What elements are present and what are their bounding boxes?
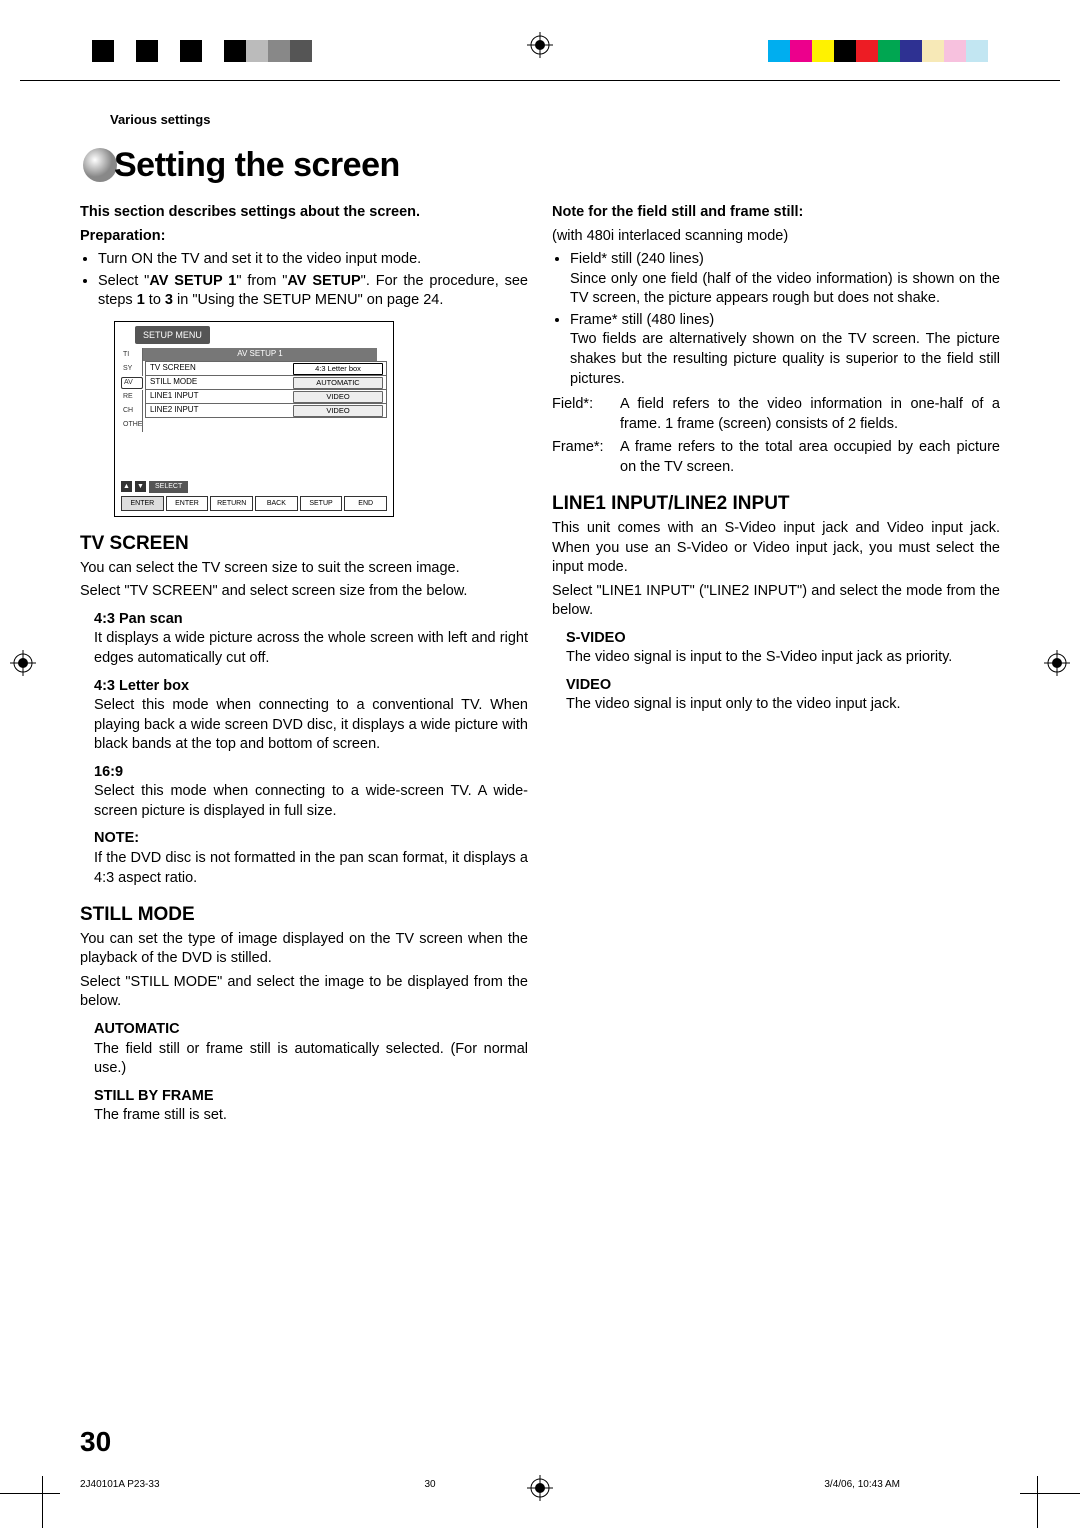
up-arrow-icon: ▲ [121,481,132,492]
reg-mark-top [527,32,553,63]
tvscreen-p2: Select "TV SCREEN" and select screen siz… [80,582,528,602]
crop-mark [0,1493,60,1494]
reg-mark-left [10,650,36,681]
letterbox-text: Select this mode when connecting to a co… [94,696,528,755]
menu-rows: TV SCREEN4:3 Letter box STILL MODEAUTOMA… [145,361,387,418]
nff-sub: (with 480i interlaced scanning mode) [552,227,1000,247]
footer-doc-id: 2J40101A P23-33 [80,1479,160,1490]
menu-row: TV SCREEN4:3 Letter box [146,362,386,376]
svideo-heading: S-VIDEO [566,629,1000,649]
stillbyframe-text: The frame still is set. [94,1106,528,1126]
menu-footer: ▲ ▼ SELECT ENTER ENTER RETURN BACK SETUP… [121,481,387,511]
automatic-text: The field still or frame still is automa… [94,1040,528,1079]
field-still-item: Field* still (240 lines) Since only one … [570,250,1000,309]
note-text: If the DVD disc is not formatted in the … [94,849,528,888]
panscan-text: It displays a wide picture across the wh… [94,629,528,668]
footer-page: 30 [424,1479,435,1490]
footer-timestamp: 3/4/06, 10:43 AM [824,1479,900,1490]
stillmode-p1: You can set the type of image displayed … [80,930,528,969]
right-column: Note for the field still and frame still… [552,203,1000,1130]
prep-step-1: Turn ON the TV and set it to the video i… [98,250,528,270]
left-column: This section describes settings about th… [80,203,528,1130]
frame-definition: Frame*: A frame refers to the total area… [552,438,1000,477]
letterbox-heading: 4:3 Letter box [94,677,528,697]
menu-btn: SETUP [300,496,343,511]
reg-mark-bottom [527,1475,553,1506]
crop-mark [42,1476,43,1528]
menu-btn: BACK [255,496,298,511]
menu-btn: END [344,496,387,511]
video-text: The video signal is input only to the vi… [566,695,1000,715]
note-heading: NOTE: [94,829,528,849]
reg-right-blocks [768,40,988,62]
setup-menu-screenshot: SETUP MENU TI SY AV RE CH OTHER AV SETUP… [114,321,394,517]
breadcrumb: Various settings [110,112,1000,127]
page-title: Setting the screen [114,146,400,185]
menu-title: SETUP MENU [135,326,210,344]
tvscreen-heading: TV SCREEN [80,531,528,557]
page-number: 30 [80,1426,111,1458]
reg-line-top [20,80,1060,81]
menu-row: STILL MODEAUTOMATIC [146,376,386,390]
automatic-heading: AUTOMATIC [94,1020,528,1040]
widescreen-heading: 16:9 [94,763,528,783]
preparation-heading: Preparation: [80,227,528,247]
crop-mark [1037,1476,1038,1528]
down-arrow-icon: ▼ [135,481,146,492]
tvscreen-p1: You can select the TV screen size to sui… [80,559,528,579]
menu-row: LINE2 INPUTVIDEO [146,404,386,418]
menu-btn: RETURN [210,496,253,511]
svideo-text: The video signal is input to the S-Video… [566,648,1000,668]
frame-still-item: Frame* still (480 lines) Two fields are … [570,311,1000,389]
field-definition: Field*: A field refers to the video info… [552,395,1000,434]
line-input-heading: LINE1 INPUT/LINE2 INPUT [552,491,1000,517]
video-heading: VIDEO [566,676,1000,696]
menu-row: LINE1 INPUTVIDEO [146,390,386,404]
menu-subtitle: AV SETUP 1 [143,348,377,361]
select-label: SELECT [149,481,188,492]
crop-mark [1020,1493,1080,1494]
widescreen-text: Select this mode when connecting to a wi… [94,782,528,821]
reg-left-blocks [92,40,312,62]
intro-text: This section describes settings about th… [80,203,528,223]
menu-btn: ENTER [121,496,164,511]
menu-side-tabs: TI SY AV RE CH OTHER [121,348,143,432]
menu-btn: ENTER [166,496,209,511]
stillmode-heading: STILL MODE [80,902,528,928]
nff-heading: Note for the field still and frame still… [552,203,1000,223]
reg-mark-right [1044,650,1070,681]
prep-step-2: Select "AV SETUP 1" from "AV SETUP". For… [98,272,528,311]
line-input-p2: Select "LINE1 INPUT" ("LINE2 INPUT") and… [552,582,1000,621]
line-input-p1: This unit comes with an S-Video input ja… [552,519,1000,578]
stillmode-p2: Select "STILL MODE" and select the image… [80,973,528,1012]
page-content: Various settings Setting the screen This… [80,112,1000,1130]
stillbyframe-heading: STILL BY FRAME [94,1087,528,1107]
panscan-heading: 4:3 Pan scan [94,610,528,630]
title-row: Setting the screen [80,145,1000,185]
